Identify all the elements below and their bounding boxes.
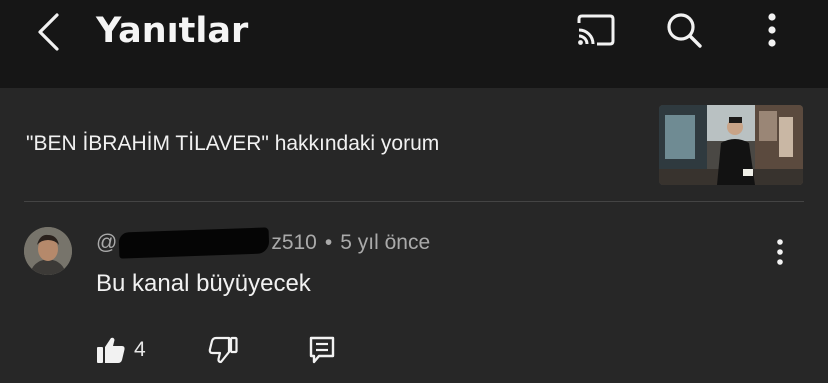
avatar-image (24, 227, 72, 275)
back-arrow-icon (38, 13, 59, 51)
video-context-row[interactable]: "BEN İBRAHİM TİLAVER" hakkındaki yorum (0, 88, 828, 200)
like-button[interactable]: 4 (96, 330, 146, 370)
meta-separator: • (324, 231, 333, 254)
more-options-button[interactable] (748, 10, 796, 50)
cast-button[interactable] (572, 10, 620, 50)
video-context-text: "BEN İBRAHİM TİLAVER" hakkındaki yorum (26, 132, 440, 155)
comment-meta: @ z510 • 5 yıl önce (96, 227, 431, 259)
comment-actions: 4 (0, 330, 828, 370)
redacted-username (118, 227, 270, 259)
comment-text: Bu kanal büyüyecek (96, 270, 311, 297)
divider (24, 201, 804, 202)
more-vertical-icon (768, 13, 776, 47)
comment-time: 5 yıl önce (340, 231, 431, 254)
thumbnail-image (659, 105, 803, 185)
thumbs-down-icon (208, 336, 238, 364)
reply-comment-icon (309, 336, 335, 364)
reply-button[interactable] (308, 330, 336, 370)
page-title: Yanıtlar (96, 11, 249, 51)
replies-content: "BEN İBRAHİM TİLAVER" hakkındaki yorum @… (0, 88, 828, 383)
avatar[interactable] (24, 227, 72, 275)
comment-author-prefix[interactable]: @ (96, 229, 117, 257)
top-app-bar: Yanıtlar (0, 0, 828, 88)
comment-more-button[interactable] (762, 232, 798, 272)
cast-icon (577, 14, 615, 46)
video-thumbnail[interactable] (659, 105, 803, 185)
back-button[interactable] (28, 10, 68, 54)
more-vertical-icon (777, 239, 783, 265)
search-button[interactable] (660, 10, 708, 50)
dislike-button[interactable] (208, 330, 238, 370)
like-count: 4 (134, 338, 146, 361)
search-icon (667, 13, 702, 48)
thumbs-up-icon (97, 337, 125, 363)
comment-author-suffix[interactable]: z510 (271, 229, 317, 257)
